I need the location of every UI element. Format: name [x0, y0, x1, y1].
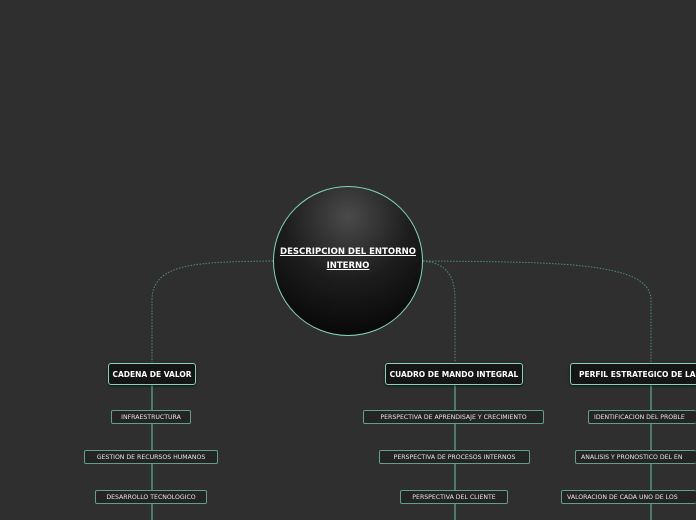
- mind-map-canvas: DESCRIPCION DEL ENTORNO INTERNO CADENA D…: [0, 0, 696, 520]
- branch-label: CADENA DE VALOR: [112, 369, 192, 379]
- subtopic-desarrollo-tecnologico[interactable]: DESARROLLO TECNOLOGICO: [95, 490, 207, 504]
- subtopic-identificacion-problema[interactable]: IDENTIFICACION DEL PROBLE: [588, 410, 696, 424]
- connector-root-cuadro: [419, 260, 456, 362]
- subtopic-label: IDENTIFICACION DEL PROBLE: [594, 413, 685, 421]
- branch-cuadro-de-mando-integral[interactable]: CUADRO DE MANDO INTEGRAL: [385, 363, 523, 385]
- subtopic-analisis-pronostico[interactable]: ANALISIS Y PRONOSTICO DEL EN: [575, 450, 696, 464]
- subtopic-label: PERSPECTIVA DE APRENDISAJE Y CRECIMIENTO: [380, 413, 527, 421]
- branch-label: CUADRO DE MANDO INTEGRAL: [389, 369, 519, 379]
- subtopic-label: PERSPECTIVA DE PROCESOS INTERNOS: [393, 453, 516, 461]
- root-node[interactable]: DESCRIPCION DEL ENTORNO INTERNO: [273, 186, 423, 336]
- subtopic-perspectiva-cliente[interactable]: PERSPECTIVA DEL CLIENTE: [400, 490, 508, 504]
- subtopic-label: PERSPECTIVA DEL CLIENTE: [412, 493, 496, 501]
- subtopic-label: DESARROLLO TECNOLOGICO: [106, 493, 196, 501]
- subtopic-perspectiva-aprendizaje[interactable]: PERSPECTIVA DE APRENDISAJE Y CRECIMIENTO: [363, 410, 544, 424]
- subtopic-infraestructura[interactable]: INFRAESTRUCTURA: [111, 410, 191, 424]
- connector-root-cadena: [151, 260, 274, 362]
- connector-root-perfil: [422, 260, 652, 362]
- branch-cadena-de-valor[interactable]: CADENA DE VALOR: [108, 363, 196, 385]
- subtopic-valoracion[interactable]: VALORACION DE CADA UNO DE LOS: [561, 490, 696, 504]
- root-node-label: DESCRIPCION DEL ENTORNO INTERNO: [280, 247, 416, 271]
- branch-perfil-estrategico[interactable]: PERFIL ESTRATEGICO DE LA EM: [570, 363, 696, 385]
- subtopic-label: VALORACION DE CADA UNO DE LOS: [567, 493, 678, 501]
- branch-label: PERFIL ESTRATEGICO DE LA EM: [579, 369, 696, 379]
- subtopic-label: GESTION DE RECURSOS HUMANOS: [96, 453, 206, 461]
- subtopic-gestion-rrhh[interactable]: GESTION DE RECURSOS HUMANOS: [84, 450, 218, 464]
- subtopic-perspectiva-procesos[interactable]: PERSPECTIVA DE PROCESOS INTERNOS: [379, 450, 530, 464]
- subtopic-label: INFRAESTRUCTURA: [121, 413, 181, 421]
- subtopic-label: ANALISIS Y PRONOSTICO DEL EN: [581, 453, 683, 461]
